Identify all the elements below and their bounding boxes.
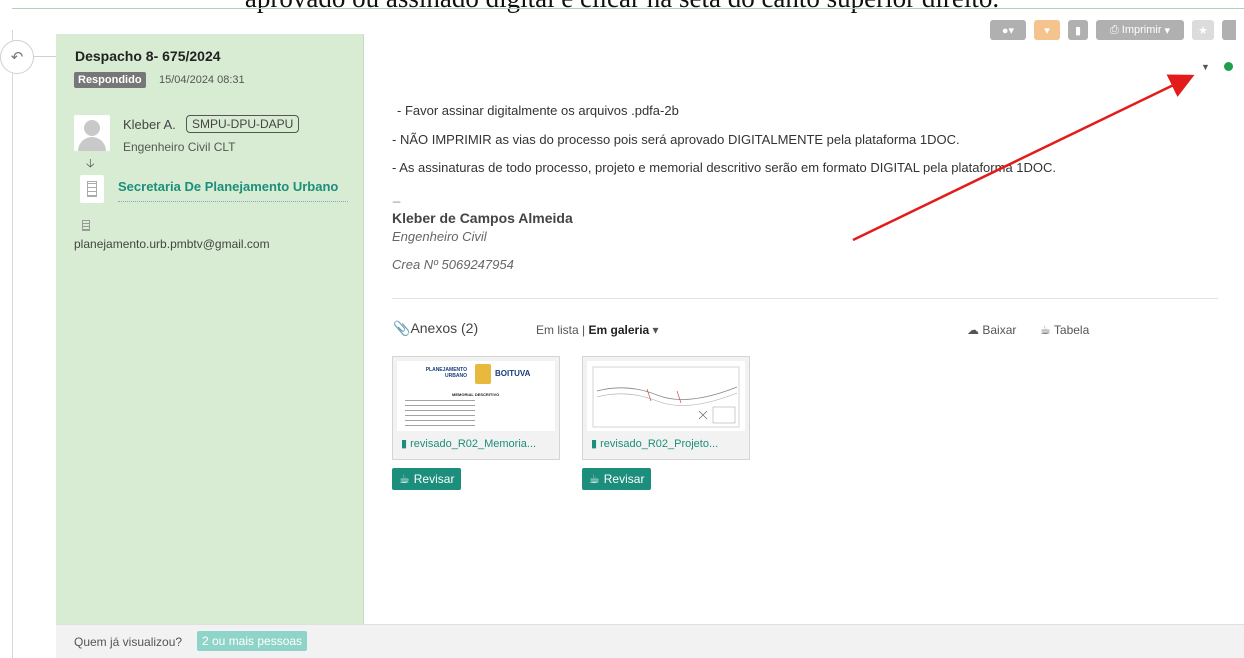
download-button[interactable]: ☁ Baixar (967, 323, 1016, 337)
attachment-thumbnail[interactable]: ▮ revisado_R02_Projeto... (582, 356, 750, 460)
status-badge: Respondido (74, 72, 146, 88)
sender-panel: Despacho 8- 675/2024 Respondido 15/04/20… (56, 34, 364, 624)
signature-name: Kleber de Campos Almeida (392, 210, 573, 226)
attachments-title: 📎Anexos (2) (393, 320, 479, 336)
view-gallery-link[interactable]: Em galeria (589, 323, 650, 337)
attachment-preview: PLANEJAMENTO URBANO BOITUVA MEMORIAL DES… (397, 361, 555, 431)
coffee-icon: ☕ (1040, 323, 1051, 337)
attachment-preview (587, 361, 745, 431)
file-icon: ▮ (401, 438, 408, 450)
signature-separator: _ (393, 188, 401, 203)
attachments-divider (392, 298, 1218, 299)
arrow-down-icon: 🡣 (86, 156, 95, 170)
view-toggle: Em lista | Em galeria ▾ (536, 323, 659, 337)
signature-crea: Crea Nº 5069247954 (392, 257, 514, 272)
tutorial-caption: aprovado ou assinado digital e clicar na… (0, 0, 1244, 13)
timeline-connector (33, 56, 57, 57)
tag-dropdown-button[interactable]: ●▾ (990, 20, 1026, 40)
attachment-filename[interactable]: ▮ revisado_R02_Memoria... (401, 437, 556, 450)
message-line-2: - NÃO IMPRIMIR as vias do processo pois … (392, 132, 960, 147)
coat-of-arms-icon (475, 364, 491, 384)
message-toolbar: ●▾ ▾ ▮ ⎙ Imprimir ▾ ★ (990, 20, 1236, 40)
caret-down-icon[interactable]: ▼ (1201, 62, 1210, 72)
viewers-question: Quem já visualizou? (74, 635, 183, 649)
view-list-link[interactable]: Em lista (536, 323, 579, 337)
sector-email: planejamento.urb.pmbtv@gmail.com (74, 237, 270, 251)
review-button[interactable]: ☕ Revisar (392, 468, 462, 490)
viewers-footer: Quem já visualizou? 2 ou mais pessoas (56, 624, 1244, 658)
signature-role: Engenheiro Civil (392, 229, 487, 244)
table-button[interactable]: ☕ Tabela (1040, 323, 1089, 337)
paperclip-icon: 📎 (393, 320, 411, 336)
attachment-filename[interactable]: ▮ revisado_R02_Projeto... (591, 437, 746, 450)
caret-down-icon[interactable]: ▾ (653, 323, 659, 337)
reply-icon[interactable]: ↶ (0, 40, 34, 74)
coffee-icon: ☕ (589, 472, 600, 486)
file-icon: ▮ (591, 438, 598, 450)
sender-role: Engenheiro Civil CLT (123, 140, 236, 154)
message-line-1: - Favor assinar digitalmente os arquivos… (397, 103, 679, 118)
avatar (74, 115, 110, 151)
small-building-icon (82, 220, 90, 231)
sender-name[interactable]: Kleber A. (123, 117, 176, 132)
dispatch-card: Despacho 8- 675/2024 Respondido 15/04/20… (56, 34, 1244, 658)
review-button[interactable]: ☕ Revisar (582, 468, 652, 490)
print-button[interactable]: ⎙ Imprimir ▾ (1096, 20, 1184, 40)
online-status-icon (1224, 62, 1233, 71)
printer-icon: ⎙ (1109, 23, 1119, 36)
file-icon[interactable]: ▮ (1068, 20, 1088, 40)
message-line-3: - As assinaturas de todo processo, proje… (392, 160, 1057, 175)
sector-name-link[interactable]: Secretaria De Planejamento Urbano (118, 177, 348, 202)
dispatch-title: Despacho 8- 675/2024 (75, 48, 221, 64)
viewers-badge[interactable]: 2 ou mais pessoas (197, 631, 308, 651)
star-icon[interactable]: ★ (1192, 20, 1214, 40)
more-button[interactable] (1222, 20, 1236, 40)
timeline-line (12, 30, 13, 658)
attachment-thumbnail[interactable]: PLANEJAMENTO URBANO BOITUVA MEMORIAL DES… (392, 356, 560, 460)
building-icon (80, 175, 104, 203)
top-divider (12, 8, 1244, 9)
coffee-icon: ☕ (399, 472, 410, 486)
print-label: Imprimir (1121, 24, 1162, 36)
dispatch-datetime: 15/04/2024 08:31 (159, 74, 245, 86)
mark-dropdown-button[interactable]: ▾ (1034, 20, 1060, 40)
sector-code-badge: SMPU-DPU-DAPU (186, 115, 300, 133)
cloud-download-icon: ☁ (967, 323, 979, 337)
